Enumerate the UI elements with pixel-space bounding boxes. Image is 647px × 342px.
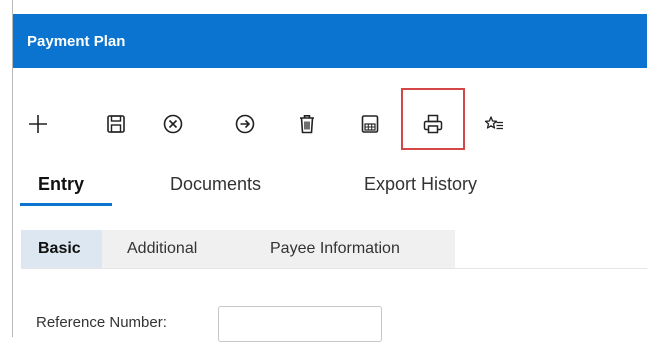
save-icon	[107, 115, 125, 133]
plus-icon	[29, 115, 47, 133]
calculator-button[interactable]	[352, 104, 388, 144]
add-button[interactable]	[20, 104, 56, 144]
subtab-payee-information[interactable]: Payee Information	[270, 230, 400, 268]
printer-icon	[423, 114, 443, 134]
sub-tabs: Basic Additional Payee Information	[21, 230, 455, 268]
calculator-icon	[361, 115, 379, 133]
cancel-button[interactable]	[155, 104, 191, 144]
favorite-button[interactable]	[477, 104, 513, 144]
subtab-additional[interactable]: Additional	[127, 230, 197, 268]
subtabs-divider	[21, 268, 647, 269]
reference-number-label: Reference Number:	[36, 314, 167, 331]
page-title: Payment Plan	[27, 32, 126, 50]
tab-export-history[interactable]: Export History	[364, 174, 477, 195]
forward-button[interactable]	[227, 104, 263, 144]
arrow-right-circle-icon	[235, 114, 255, 134]
tab-entry[interactable]: Entry	[38, 174, 84, 195]
main-tabs: Entry Documents Export History	[13, 168, 647, 208]
title-bar: Payment Plan	[13, 14, 647, 68]
trash-icon	[300, 115, 314, 134]
star-list-icon	[484, 116, 503, 130]
delete-button[interactable]	[289, 104, 325, 144]
close-circle-icon	[163, 114, 183, 134]
subtab-basic[interactable]: Basic	[21, 230, 102, 268]
tab-documents[interactable]: Documents	[170, 174, 261, 195]
active-tab-indicator	[20, 203, 112, 206]
toolbar	[13, 88, 647, 150]
save-button[interactable]	[98, 104, 134, 144]
print-button[interactable]	[415, 104, 451, 144]
